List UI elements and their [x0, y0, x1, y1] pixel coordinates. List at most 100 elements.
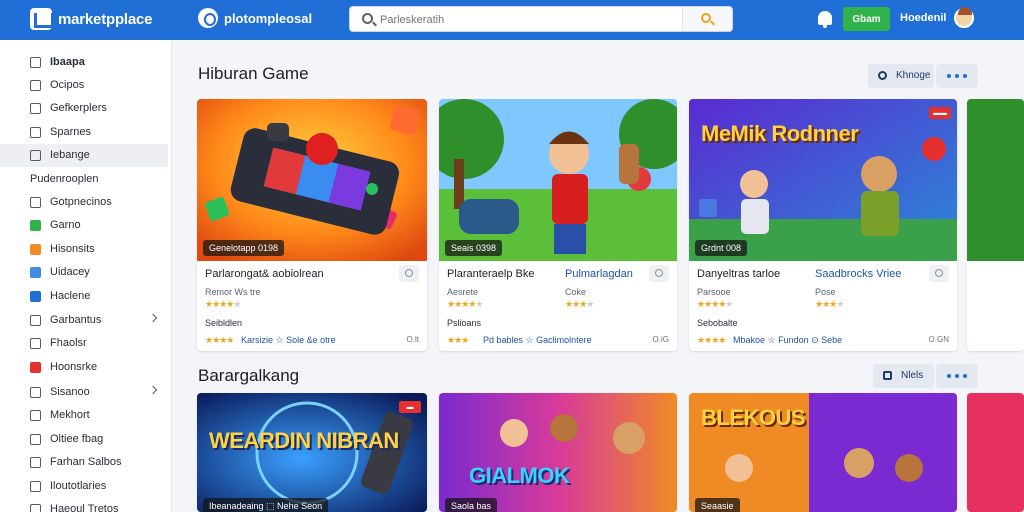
product-card-partial[interactable]: [967, 393, 1024, 512]
product-card[interactable]: BLEKOUS Seaasie: [689, 393, 957, 512]
signin-button[interactable]: Gbam: [843, 7, 890, 31]
sidebar-item[interactable]: Haclene: [0, 285, 168, 308]
search-button[interactable]: [682, 7, 732, 31]
product-meta[interactable]: Mbakoe ☆ Fundon ⊙ Sebe: [733, 335, 842, 346]
product-artwork-title: GIALMOK: [469, 463, 570, 488]
product-title[interactable]: Danyeltras tarloe: [697, 268, 780, 280]
sidebar-item-label: Fhaolsr: [50, 337, 87, 349]
navy-icon: [30, 291, 41, 302]
sidebar-item[interactable]: Ibaapa: [0, 51, 168, 74]
rating-stars: ★★★★★: [447, 299, 483, 309]
sidebar-item-label: Haclene: [50, 290, 91, 302]
sidebar-item-label: Garno: [50, 219, 81, 231]
avatar[interactable]: [954, 7, 974, 28]
product-artwork-title: BLEKOUS: [701, 405, 806, 430]
product-thumbnail: MeMik Rodnner ▬▬ Grdnt 008: [689, 99, 957, 261]
sidebar-item[interactable]: Mekhort: [0, 404, 168, 427]
sidebar-item[interactable]: Gotpnecinos: [0, 191, 168, 214]
rating-stars: ★★★★: [565, 299, 594, 309]
sidebar-item-label: Mekhort: [50, 409, 90, 421]
sidebar-item[interactable]: Ocipos: [0, 74, 168, 97]
product-subtitle-secondary: Coke: [565, 287, 587, 297]
favorite-icon[interactable]: [929, 265, 949, 282]
sidebar-item[interactable]: Iebange: [0, 144, 168, 167]
product-card-partial[interactable]: [967, 99, 1024, 351]
dot-icon: [963, 374, 967, 378]
orange-icon: [30, 244, 41, 255]
product-meta[interactable]: Pd bables ☆ Gaclimolntere: [483, 335, 592, 346]
sidebar-item[interactable]: Garbantus: [0, 309, 168, 332]
favorite-icon[interactable]: [649, 265, 669, 282]
product-title-secondary[interactable]: Saadbrocks Vriee: [815, 268, 901, 280]
lock-icon: [883, 371, 892, 380]
product-artwork-title: MeMik Rodnner: [701, 121, 859, 146]
product-thumbnail: Genelotapp 0198: [197, 99, 427, 261]
top-bar: marketpplace plotompleosal Gbam Hoedenil: [0, 0, 1024, 40]
product-title[interactable]: Plaranteraelp Bke: [447, 268, 534, 280]
sidebar-item[interactable]: Iloutotlaries: [0, 475, 168, 498]
rating-stars: ★★★★★: [697, 299, 733, 309]
rating-stars: ★★★★: [697, 335, 726, 345]
sidebar-item[interactable]: Hoonsrke: [0, 356, 168, 379]
search-input[interactable]: [380, 11, 680, 28]
product-subtitle: Aesrete: [447, 287, 479, 297]
dot-icon: [963, 74, 967, 78]
product-tag: Seaasie: [695, 498, 740, 512]
more-options-button[interactable]: [936, 64, 978, 88]
sidebar-item-label: Haeoul Tretos: [50, 503, 119, 512]
sidebar: Ibaapa Ocipos Gefkerplers Sparnes Iebange Pud…: [0, 40, 172, 512]
product-card[interactable]: WEARDIN NIBRAN ▬ Ibeanadeaing ⬚ Nehe Seo…: [197, 393, 427, 512]
sidebar-item-label: Sparnes: [50, 126, 91, 138]
product-card[interactable]: GIALMOK Saola bas: [439, 393, 677, 512]
product-title[interactable]: Parlarongat& aobiolrean: [205, 268, 324, 280]
sidebar-item-label: Ocipos: [50, 79, 85, 91]
product-thumbnail: BLEKOUS Seaasie: [689, 393, 957, 512]
product-thumbnail: WEARDIN NIBRAN ▬ Ibeanadeaing ⬚ Nehe Seo…: [197, 393, 427, 512]
sidebar-item-label: Sisanoo: [50, 386, 90, 398]
cart-icon: [30, 410, 41, 421]
sidebar-item[interactable]: Garno: [0, 214, 168, 237]
chat-icon: [30, 387, 41, 398]
dot-icon: [955, 374, 959, 378]
brand[interactable]: marketpplace: [30, 8, 153, 30]
sidebar-item[interactable]: Sparnes: [0, 121, 168, 144]
sidebar-item[interactable]: Sisanoo: [0, 381, 168, 404]
sidebar-item-label: Iloutotlaries: [50, 480, 107, 492]
folder-icon: [30, 315, 41, 326]
product-title-secondary[interactable]: Pulmarlagdan: [565, 268, 633, 280]
filter-button[interactable]: Nlels: [873, 364, 934, 388]
sidebar-item[interactable]: Oltiee fbag: [0, 428, 168, 451]
marketplace-logo-icon: [30, 8, 54, 30]
product-card[interactable]: Seais 0398 Plaranteraelp Bke Pulmarlagda…: [439, 99, 677, 351]
more-options-button[interactable]: [936, 364, 978, 388]
product-thumbnail: [967, 99, 1024, 261]
settings-icon: [30, 504, 41, 512]
product-card[interactable]: Genelotapp 0198 Parlarongat& aobiolrean …: [197, 99, 427, 351]
product-thumbnail: Seais 0398: [439, 99, 677, 261]
filter-button[interactable]: Khnoge: [868, 64, 934, 88]
product-card[interactable]: MeMik Rodnner ▬▬ Grdnt 008 Danyeltras ta…: [689, 99, 957, 351]
sidebar-item[interactable]: Haeoul Tretos: [0, 498, 168, 512]
sidebar-item[interactable]: Fhaolsr: [0, 332, 168, 355]
green-icon: [30, 220, 41, 231]
sidebar-item-label: Uidacey: [50, 266, 90, 278]
gamepad-icon: [30, 150, 41, 161]
home-icon: [30, 57, 41, 68]
username[interactable]: Hoedenil: [900, 12, 946, 24]
favorite-icon[interactable]: [399, 265, 419, 282]
grid-icon: [30, 197, 41, 208]
hot-badge: ▬▬: [929, 107, 951, 119]
sidebar-item-label: Pudenrooplen: [30, 173, 99, 185]
notification-bell-icon[interactable]: [818, 11, 832, 28]
store-switcher[interactable]: plotompleosal: [198, 8, 312, 28]
doc-icon: [30, 481, 41, 492]
product-meta[interactable]: Karsizie ☆ Sole &e otre: [241, 335, 336, 346]
dot-icon: [947, 374, 951, 378]
sidebar-item[interactable]: Pudenrooplen: [0, 168, 168, 191]
sidebar-item[interactable]: Gefkerplers: [0, 97, 168, 120]
filter-label: Khnoge: [896, 70, 931, 81]
sidebar-item[interactable]: Hisonsits: [0, 238, 168, 261]
sidebar-item[interactable]: Farhan Salbos: [0, 451, 168, 474]
product-tag: Genelotapp 0198: [203, 240, 285, 256]
sidebar-item[interactable]: Uidacey: [0, 261, 168, 284]
